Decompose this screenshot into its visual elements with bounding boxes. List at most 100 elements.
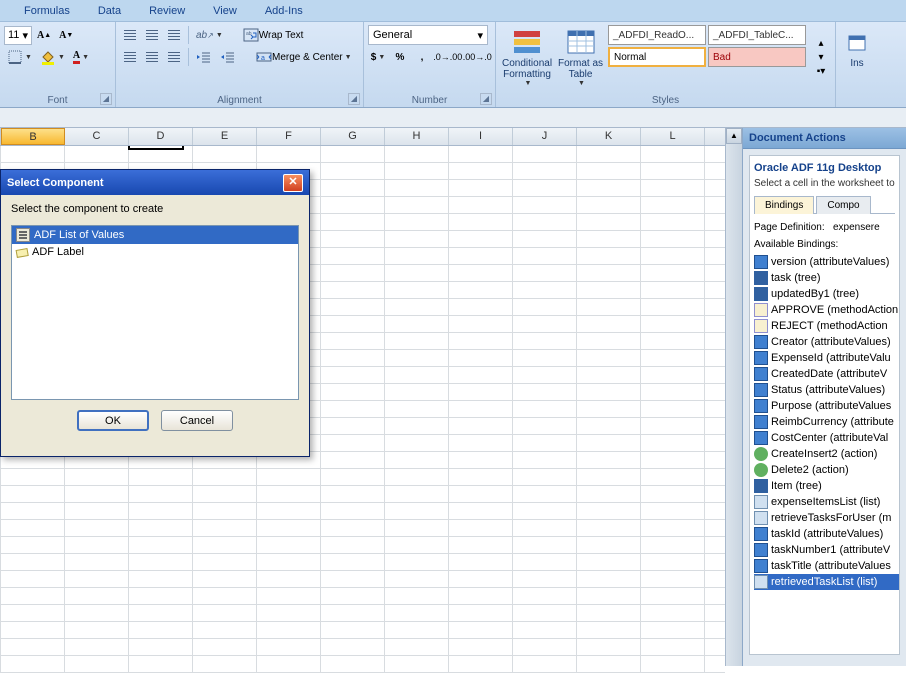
grid-cell[interactable] (641, 656, 705, 672)
binding-item[interactable]: CreateInsert2 (action) (754, 446, 900, 462)
grid-cell[interactable] (385, 316, 449, 332)
grid-row[interactable] (0, 622, 725, 639)
grid-cell[interactable] (129, 469, 193, 485)
grid-cell[interactable] (129, 554, 193, 570)
styles-more[interactable]: ▪▾ (811, 64, 831, 78)
grid-cell[interactable] (385, 367, 449, 383)
grid-cell[interactable] (641, 571, 705, 587)
grid-cell[interactable] (641, 588, 705, 604)
grid-cell[interactable] (321, 486, 385, 502)
grid-cell[interactable] (577, 537, 641, 553)
bindings-list[interactable]: version (attributeValues)task (tree)upda… (754, 254, 895, 590)
grid-cell[interactable] (321, 588, 385, 604)
grid-cell[interactable] (385, 384, 449, 400)
grid-cell[interactable] (321, 248, 385, 264)
grid-cell[interactable] (65, 656, 129, 672)
grid-cell[interactable] (321, 537, 385, 553)
grid-cell[interactable] (321, 656, 385, 672)
grid-cell[interactable] (641, 537, 705, 553)
grid-cell[interactable] (385, 571, 449, 587)
grid-cell[interactable] (641, 452, 705, 468)
grid-cell[interactable] (321, 503, 385, 519)
tab-view[interactable]: View (199, 2, 251, 20)
grid-cell[interactable] (321, 367, 385, 383)
grid-cell[interactable] (449, 656, 513, 672)
grid-cell[interactable] (513, 282, 577, 298)
grid-cell[interactable] (257, 469, 321, 485)
grid-row[interactable] (0, 146, 725, 163)
grid-row[interactable] (0, 537, 725, 554)
grid-cell[interactable] (513, 350, 577, 366)
grid-cell[interactable] (321, 605, 385, 621)
grid-cell[interactable] (129, 486, 193, 502)
grid-cell[interactable] (641, 197, 705, 213)
grid-cell[interactable] (449, 571, 513, 587)
formula-bar[interactable] (0, 108, 906, 128)
grid-row[interactable] (0, 554, 725, 571)
grid-cell[interactable] (385, 265, 449, 281)
grid-cell[interactable] (513, 520, 577, 536)
grid-cell[interactable] (641, 248, 705, 264)
binding-item[interactable]: Purpose (attributeValues (754, 398, 900, 414)
grid-cell[interactable] (1, 588, 65, 604)
grid-cell[interactable] (1, 554, 65, 570)
grid-cell[interactable] (385, 231, 449, 247)
grid-cell[interactable] (1, 605, 65, 621)
grid-cell[interactable] (449, 452, 513, 468)
decrease-font-button[interactable]: A▼ (56, 25, 76, 45)
grid-cell[interactable] (321, 554, 385, 570)
grid-cell[interactable] (321, 571, 385, 587)
grid-cell[interactable] (577, 146, 641, 162)
grid-cell[interactable] (257, 588, 321, 604)
grid-cell[interactable] (1, 469, 65, 485)
binding-item[interactable]: task (tree) (754, 270, 900, 286)
grid-cell[interactable] (577, 265, 641, 281)
grid-cell[interactable] (129, 639, 193, 655)
grid-cell[interactable] (641, 265, 705, 281)
grid-cell[interactable] (641, 503, 705, 519)
grid-cell[interactable] (385, 350, 449, 366)
grid-cell[interactable] (129, 571, 193, 587)
grid-cell[interactable] (449, 163, 513, 179)
grid-cell[interactable] (129, 537, 193, 553)
binding-item[interactable]: Item (tree) (754, 478, 900, 494)
grid-cell[interactable] (385, 146, 449, 162)
grid-cell[interactable] (577, 656, 641, 672)
align-left-button[interactable] (120, 47, 140, 67)
binding-item[interactable]: version (attributeValues) (754, 254, 900, 270)
align-top-button[interactable] (120, 25, 140, 45)
binding-item[interactable]: taskId (attributeValues) (754, 526, 900, 542)
grid-cell[interactable] (65, 146, 129, 162)
grid-cell[interactable] (65, 554, 129, 570)
grid-cell[interactable] (513, 248, 577, 264)
grid-cell[interactable] (513, 163, 577, 179)
grid-cell[interactable] (193, 469, 257, 485)
grid-cell[interactable] (577, 452, 641, 468)
grid-cell[interactable] (513, 367, 577, 383)
cancel-button[interactable]: Cancel (161, 410, 233, 431)
grid-cell[interactable] (449, 316, 513, 332)
comma-format-button[interactable]: , (412, 47, 432, 67)
col-header-L[interactable]: L (641, 128, 705, 145)
grid-cell[interactable] (129, 588, 193, 604)
grid-cell[interactable] (1, 486, 65, 502)
grid-cell[interactable] (577, 231, 641, 247)
cell-style-readonly[interactable]: _ADFDI_ReadO... (608, 25, 706, 45)
grid-cell[interactable] (449, 282, 513, 298)
grid-cell[interactable] (449, 384, 513, 400)
grid-cell[interactable] (129, 622, 193, 638)
grid-cell[interactable] (257, 605, 321, 621)
grid-cell[interactable] (129, 656, 193, 672)
grid-cell[interactable] (385, 197, 449, 213)
grid-cell[interactable] (385, 418, 449, 434)
grid-cell[interactable] (577, 520, 641, 536)
grid-cell[interactable] (513, 503, 577, 519)
font-size-input[interactable]: 11▾ (4, 26, 32, 45)
grid-cell[interactable] (1, 146, 65, 162)
grid-cell[interactable] (577, 503, 641, 519)
grid-cell[interactable] (513, 571, 577, 587)
binding-item[interactable]: Status (attributeValues) (754, 382, 900, 398)
grid-cell[interactable] (257, 503, 321, 519)
col-header-G[interactable]: G (321, 128, 385, 145)
grid-cell[interactable] (513, 622, 577, 638)
